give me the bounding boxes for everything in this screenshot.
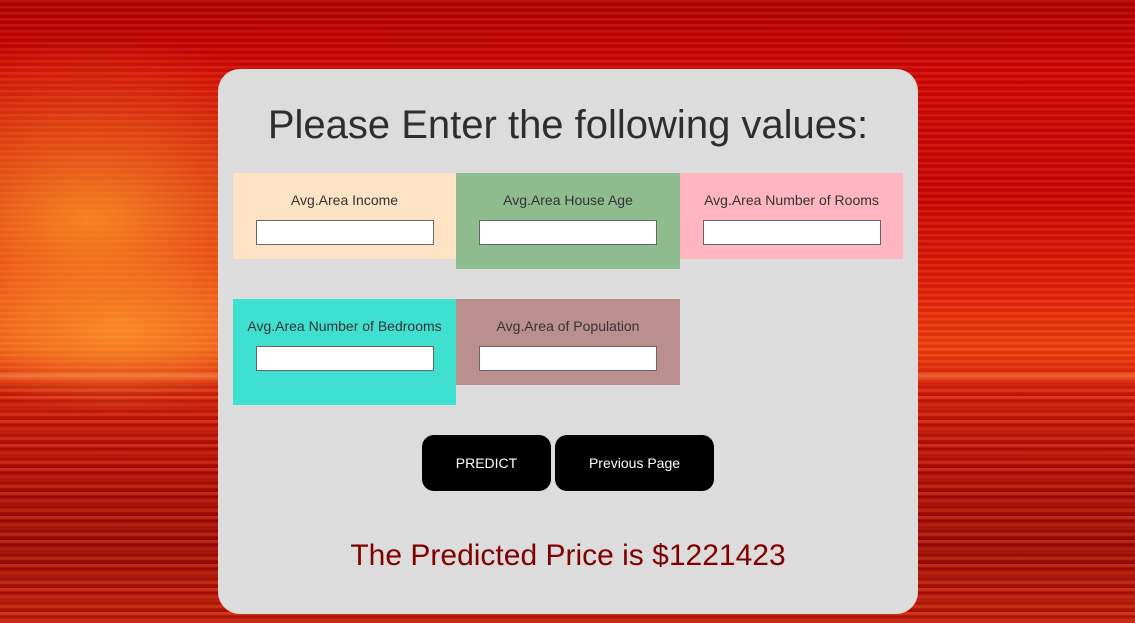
page-title: Please Enter the following values: [267, 103, 869, 147]
population-field-box: Avg.Area of Population [456, 299, 680, 385]
population-label: Avg.Area of Population [496, 318, 640, 334]
rooms-field-box: Avg.Area Number of Rooms [680, 173, 903, 259]
predict-button[interactable]: PREDICT [422, 435, 551, 491]
bedrooms-label: Avg.Area Number of Bedrooms [247, 318, 442, 334]
bedrooms-field-box: Avg.Area Number of Bedrooms [233, 299, 456, 405]
income-field-box: Avg.Area Income [233, 173, 456, 259]
rooms-input[interactable] [702, 220, 881, 245]
bedrooms-input[interactable] [255, 346, 434, 371]
rooms-label: Avg.Area Number of Rooms [704, 192, 879, 208]
income-input[interactable] [255, 220, 434, 245]
predicted-price-text: The Predicted Price is $1221423 [350, 539, 786, 572]
form-card: Please Enter the following values: Avg.A… [218, 69, 918, 614]
income-label: Avg.Area Income [290, 192, 399, 208]
house-age-input[interactable] [479, 220, 657, 245]
population-input[interactable] [479, 346, 657, 371]
house-age-label: Avg.Area House Age [503, 192, 633, 208]
house-age-field-box: Avg.Area House Age [456, 173, 680, 269]
previous-page-button[interactable]: Previous Page [555, 435, 714, 491]
